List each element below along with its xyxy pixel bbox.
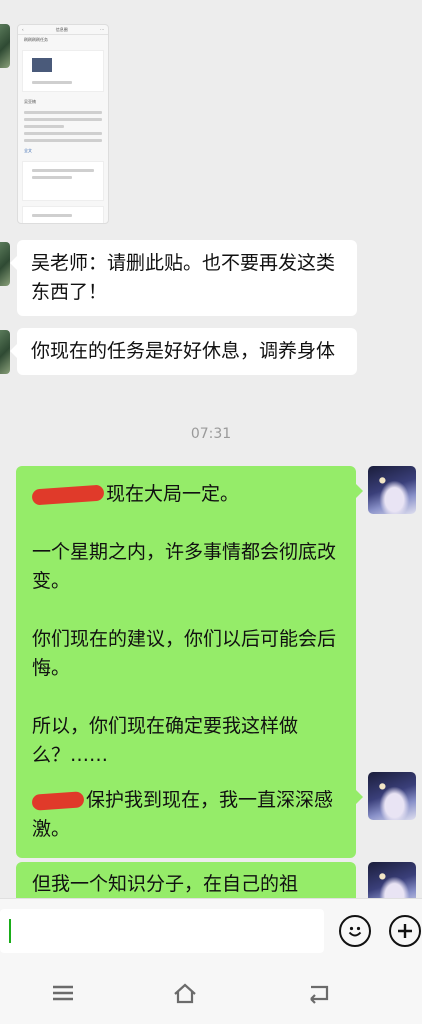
self-avatar[interactable]	[368, 466, 416, 514]
redaction-mark	[31, 484, 105, 505]
message-text: 一个星期之内，许多事情都会彻底改变。	[32, 541, 337, 592]
self-avatar[interactable]	[368, 772, 416, 820]
preview-card	[22, 161, 104, 201]
sender-avatar[interactable]	[0, 242, 10, 286]
text-caret	[9, 919, 11, 943]
message-text: 你们现在的建议，你们以后可能会后悔。	[32, 628, 337, 679]
preview-line	[32, 214, 72, 217]
menu-icon[interactable]	[50, 982, 76, 1004]
plus-icon	[398, 924, 412, 938]
preview-back-icon: ‹	[22, 27, 24, 32]
message-text: 吴老师：请删此贴。也不要再发这类东西了！	[31, 252, 336, 303]
preview-more-icon: ⋯	[99, 27, 104, 32]
preview-line	[24, 111, 102, 114]
preview-line	[24, 132, 102, 135]
system-nav-bar	[0, 962, 422, 1024]
image-message[interactable]: ‹ 信息圈 ⋯ 刷刷刷刷任务 吴亚楠 全文	[17, 24, 109, 224]
message-bubble[interactable]: 你现在的任务是好好休息，调养身体	[10, 328, 357, 375]
chat-title-cutoff	[0, 0, 422, 12]
preview-fulltext: 全文	[24, 148, 32, 153]
emoji-icon	[348, 926, 362, 937]
chat-composer	[0, 898, 422, 962]
message-text: 你现在的任务是好好休息，调养身体	[31, 340, 336, 362]
message-text: 现在大局一定。	[106, 483, 240, 505]
preview-line	[24, 118, 102, 121]
message-text: 所以，你们现在确定要我这样做么？……	[32, 715, 299, 766]
preview-line	[24, 139, 102, 142]
message-text: 但我一个知识分子，在自己的祖	[32, 873, 299, 895]
preview-line	[32, 81, 72, 84]
message-bubble[interactable]: 但我一个知识分子，在自己的祖	[16, 862, 356, 898]
preview-author: 吴亚楠	[24, 99, 36, 104]
message-input[interactable]	[0, 909, 324, 953]
sender-avatar[interactable]	[0, 330, 10, 374]
preview-card	[22, 50, 104, 92]
preview-thumb	[32, 58, 52, 72]
preview-line	[32, 176, 72, 179]
preview-title: 信息圈	[55, 26, 68, 32]
preview-text: 刷刷刷刷任务	[24, 37, 48, 42]
preview-header: ‹ 信息圈 ⋯	[18, 25, 108, 35]
message-timestamp: 07:31	[190, 426, 232, 442]
back-icon[interactable]	[305, 982, 331, 1004]
preview-line	[24, 125, 64, 128]
message-bubble[interactable]: 吴老师：请删此贴。也不要再发这类东西了！	[10, 240, 357, 316]
preview-line	[32, 169, 94, 172]
plus-button[interactable]	[389, 915, 421, 947]
redaction-mark	[31, 790, 85, 811]
sender-avatar[interactable]	[0, 24, 10, 68]
message-bubble[interactable]: 现在大局一定。 一个星期之内，许多事情都会彻底改变。 你们现在的建议，你们以后可…	[16, 466, 363, 784]
emoji-button[interactable]	[339, 915, 371, 947]
home-icon[interactable]	[172, 982, 198, 1004]
message-bubble[interactable]: 保护我到现在，我一直深深感激。	[16, 772, 363, 858]
preview-card	[22, 206, 104, 223]
